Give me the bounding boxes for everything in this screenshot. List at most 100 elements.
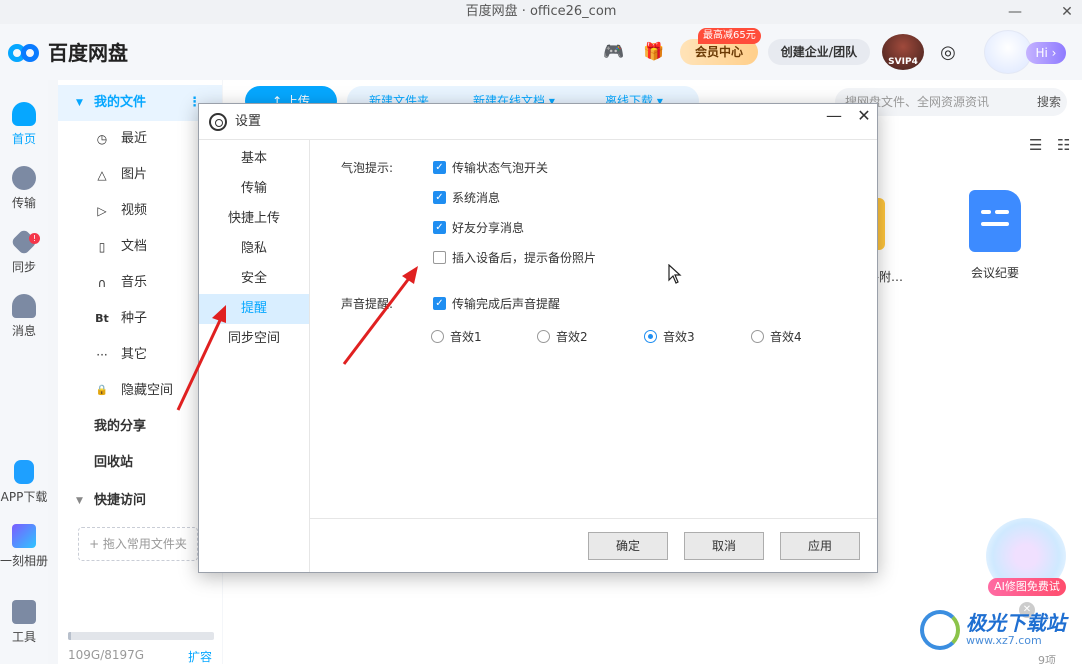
cloud-logo-icon <box>8 36 42 66</box>
radio-sound-2[interactable]: 音效2 <box>537 328 588 345</box>
radio-label: 音效1 <box>450 330 482 344</box>
more-dots-icon: ··· <box>96 348 108 362</box>
rail-item-app-download[interactable]: APP下载 <box>0 460 48 505</box>
app-header: 百度网盘 🎮 🎁 会员中心 最高减65元 创建企业/团队 SVIP4 ◎ Hi … <box>0 24 1082 80</box>
ok-button[interactable]: 确定 <box>588 532 668 560</box>
checkbox-checked-icon: ✓ <box>433 161 446 174</box>
radio-icon <box>431 330 444 343</box>
settings-tab-reminders[interactable]: 提醒 <box>199 294 309 324</box>
cloud-home-icon <box>12 102 36 126</box>
rail-item-label: 传输 <box>11 196 36 210</box>
bubble-section-label: 气泡提示: <box>341 161 394 175</box>
svip-level-badge[interactable]: SVIP4 <box>882 34 924 70</box>
list-view-icon[interactable]: ☷ <box>1057 136 1070 154</box>
sidebar-item-label: 快捷访问 <box>94 493 147 508</box>
document-file-icon <box>969 190 1021 252</box>
caret-down-icon: ▼ <box>76 98 83 108</box>
checkbox-unchecked-icon <box>433 251 446 264</box>
dialog-title-bar: 设置 — ✕ <box>199 104 877 140</box>
sidebar-item-label: 视频 <box>121 203 148 218</box>
watermark-title: 极光下载站 <box>966 611 1066 635</box>
drop-folder-zone[interactable]: + 拖入常用文件夹 <box>78 527 198 561</box>
settings-icon[interactable]: ◎ <box>936 40 960 64</box>
sync-badge: ! <box>29 233 40 244</box>
checkbox-checked-icon: ✓ <box>433 297 446 310</box>
clock-icon: ◷ <box>96 132 108 146</box>
sidebar-item-label: 我的文件 <box>94 95 147 110</box>
play-icon: ▷ <box>97 204 107 218</box>
settings-tab-privacy[interactable]: 隐私 <box>199 234 309 264</box>
dialog-close-button[interactable]: ✕ <box>851 104 877 130</box>
radio-label: 音效4 <box>770 330 802 344</box>
gift-icon[interactable]: 🎁 <box>642 40 666 64</box>
watermark-logo-icon <box>920 610 960 650</box>
sidebar-item-label: 回收站 <box>94 455 134 470</box>
hi-assistant-button[interactable]: Hi › <box>1026 42 1066 64</box>
checkbox-backup-photo-prompt[interactable]: 插入设备后，提示备份照片 <box>433 249 596 266</box>
checkbox-system-message[interactable]: ✓ 系统消息 <box>433 189 500 206</box>
rail-item-sync[interactable]: ! 同步 <box>0 228 48 275</box>
checkbox-transfer-bubble[interactable]: ✓ 传输状态气泡开关 <box>433 159 548 176</box>
app-logo: 百度网盘 <box>8 36 128 66</box>
rail-item-tools[interactable]: 工具 <box>0 600 48 645</box>
rail-item-transfer[interactable]: 传输 <box>0 166 48 211</box>
settings-dialog: 设置 — ✕ 基本 传输 快捷上传 隐私 安全 提醒 同步空间 气泡提示: ✓ … <box>198 103 878 573</box>
sidebar-item-label: 文档 <box>121 239 148 254</box>
dialog-title: 设置 <box>235 114 262 129</box>
transfer-icon <box>12 166 36 190</box>
caret-down-icon: ▼ <box>76 496 83 506</box>
rail-item-moments[interactable]: 一刻相册 <box>0 524 48 569</box>
expand-storage-link[interactable]: 扩容 <box>188 648 212 664</box>
checkbox-label: 插入设备后，提示备份照片 <box>452 251 597 265</box>
apply-button[interactable]: 应用 <box>780 532 860 560</box>
radio-sound-1[interactable]: 音效1 <box>431 328 482 345</box>
settings-tab-security[interactable]: 安全 <box>199 264 309 294</box>
rail-item-label: 消息 <box>11 324 36 338</box>
create-enterprise-button[interactable]: 创建企业/团队 <box>768 39 870 65</box>
checkbox-sound-on-complete[interactable]: ✓ 传输完成后声音提醒 <box>433 295 560 312</box>
rail-item-label: 一刻相册 <box>0 554 49 568</box>
cancel-button[interactable]: 取消 <box>684 532 764 560</box>
storage-usage-text: 109G/8197G <box>68 648 145 662</box>
sidebar-item-label: 音乐 <box>121 275 148 290</box>
gear-icon <box>209 113 227 131</box>
ai-promo-tag[interactable]: AI修图免费试 <box>988 578 1066 596</box>
item-count: 9项 <box>1038 654 1056 664</box>
game-icon[interactable]: 🎮 <box>602 40 626 64</box>
radio-sound-3[interactable]: 音效3 <box>644 328 695 345</box>
settings-tab-transfer[interactable]: 传输 <box>199 174 309 204</box>
settings-nav: 基本 传输 快捷上传 隐私 安全 提醒 同步空间 <box>199 140 310 572</box>
headphones-icon: ∩ <box>97 276 107 290</box>
file-card-meeting-notes[interactable]: 会议纪要 <box>959 190 1031 281</box>
checkbox-label: 好友分享消息 <box>452 221 525 235</box>
rail-item-label: 工具 <box>11 630 36 644</box>
sort-icon[interactable]: ☰ <box>1029 136 1042 154</box>
storage-bar-fill <box>68 632 71 640</box>
rail-item-home[interactable]: 首页 <box>0 102 48 147</box>
radio-icon <box>537 330 550 343</box>
search-button[interactable]: 搜索 <box>1037 88 1061 116</box>
rail-item-label: 首页 <box>11 132 36 146</box>
radio-sound-4[interactable]: 音效4 <box>751 328 802 345</box>
settings-tab-sync-space[interactable]: 同步空间 <box>199 324 309 354</box>
grid-tools-icon <box>12 600 36 624</box>
rail-item-messages[interactable]: 消息 <box>0 294 48 339</box>
storage-bar <box>68 632 214 640</box>
bt-icon: Bt <box>95 312 109 325</box>
dialog-minimize-button[interactable]: — <box>821 104 847 130</box>
phone-icon <box>14 460 34 484</box>
close-button[interactable]: ✕ <box>1054 0 1080 24</box>
image-icon: △ <box>97 168 107 182</box>
avatar[interactable] <box>984 30 1032 74</box>
checkbox-friend-share[interactable]: ✓ 好友分享消息 <box>433 219 524 236</box>
album-icon <box>12 524 36 548</box>
sidebar-item-label: 其它 <box>121 347 148 362</box>
settings-tab-basic[interactable]: 基本 <box>199 144 309 174</box>
minimize-button[interactable]: — <box>1002 0 1028 24</box>
people-icon <box>12 294 36 318</box>
title-bar: 百度网盘 · office26_com — ✕ <box>0 0 1082 24</box>
sidebar-item-label: 隐藏空间 <box>121 383 174 398</box>
mouse-cursor-icon <box>668 264 682 284</box>
checkbox-label: 传输完成后声音提醒 <box>452 297 561 311</box>
settings-tab-quick-upload[interactable]: 快捷上传 <box>199 204 309 234</box>
